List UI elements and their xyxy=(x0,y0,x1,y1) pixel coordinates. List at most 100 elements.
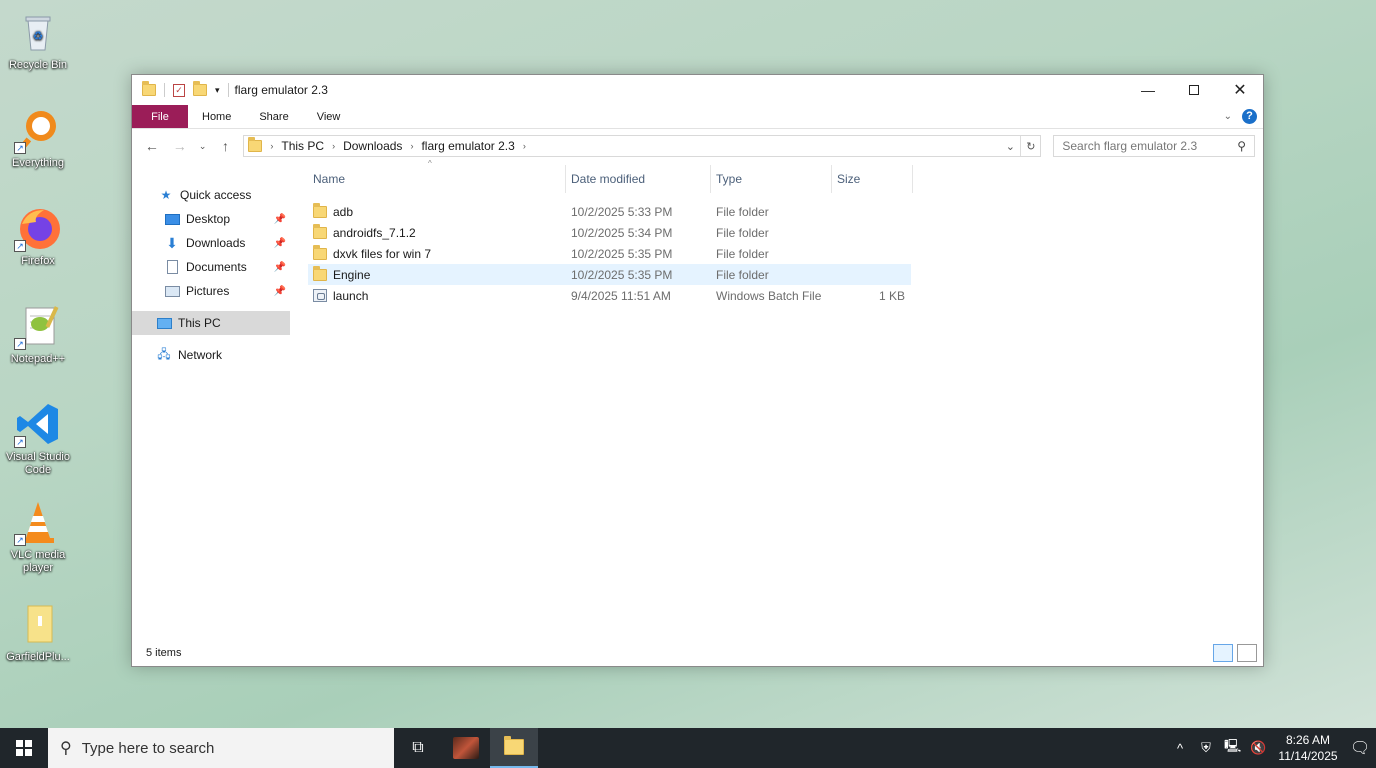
properties-icon[interactable]: ✓ xyxy=(173,83,185,97)
maximize-button[interactable] xyxy=(1171,75,1217,105)
minimize-button[interactable]: — xyxy=(1125,75,1171,105)
column-header-label: Type xyxy=(716,172,743,186)
task-view-button[interactable]: ⧉ xyxy=(394,728,442,768)
column-header-size[interactable]: Size xyxy=(832,165,913,193)
desktop-icon-notepad-plus-plus[interactable]: ↗ Notepad++ xyxy=(2,302,74,366)
breadcrumb-downloads[interactable]: Downloads xyxy=(343,139,402,153)
desktop-icon-firefox[interactable]: ↗ Firefox xyxy=(2,204,74,268)
file-explorer-window: ✓ ▾ flarg emulator 2.3 — ✕ File Home Sha… xyxy=(131,74,1264,667)
desktop-icon-recycle-bin[interactable]: ♻ Recycle Bin xyxy=(2,8,74,72)
desktop-icon-vscode[interactable]: ↗ Visual Studio Code xyxy=(2,400,74,477)
nav-pictures[interactable]: Pictures 📌 xyxy=(132,279,290,303)
sort-ascending-icon: ^ xyxy=(428,159,432,168)
ribbon-tabs: File Home Share View ⌄ ? xyxy=(132,105,1263,129)
nav-item-label: Network xyxy=(178,348,223,362)
new-folder-icon[interactable] xyxy=(193,81,207,96)
tab-home[interactable]: Home xyxy=(188,105,245,128)
desktop-icon-vlc[interactable]: ↗ VLC media player xyxy=(2,498,74,575)
show-hidden-icons-chevron-icon[interactable]: ^ xyxy=(1172,741,1188,756)
nav-network[interactable]: 🖧 Network xyxy=(132,343,290,367)
shortcut-arrow-icon: ↗ xyxy=(14,534,26,546)
up-button[interactable]: ↑ xyxy=(214,134,238,158)
file-row[interactable]: launch 9/4/2025 11:51 AM Windows Batch F… xyxy=(308,285,911,306)
folder-icon xyxy=(313,244,327,260)
file-row[interactable]: adb 10/2/2025 5:33 PM File folder xyxy=(308,201,911,222)
file-date: 10/2/2025 5:35 PM xyxy=(571,267,673,282)
large-icons-view-icon[interactable] xyxy=(1237,644,1257,662)
svg-text:♻: ♻ xyxy=(33,29,44,43)
clock-date: 11/14/2025 xyxy=(1278,749,1338,763)
clock-time: 8:26 AM xyxy=(1285,733,1331,747)
windows-logo-icon xyxy=(16,740,32,756)
start-button[interactable] xyxy=(0,728,48,768)
forward-button[interactable]: → xyxy=(168,134,192,158)
close-button[interactable]: ✕ xyxy=(1217,75,1263,105)
chevron-right-icon[interactable]: › xyxy=(270,141,273,151)
breadcrumb-this-pc[interactable]: This PC xyxy=(281,139,324,153)
file-type: File folder xyxy=(716,225,769,240)
address-dropdown-chevron-icon[interactable]: ⌄ xyxy=(1000,136,1020,156)
nav-this-pc[interactable]: This PC xyxy=(132,311,290,335)
help-icon[interactable]: ? xyxy=(1242,109,1257,124)
file-date: 10/2/2025 5:33 PM xyxy=(571,204,673,219)
breadcrumb-current-folder[interactable]: flarg emulator 2.3 xyxy=(421,139,514,153)
tab-file[interactable]: File xyxy=(132,105,188,128)
address-bar[interactable]: › This PC › Downloads › flarg emulator 2… xyxy=(243,135,1042,157)
back-button[interactable]: ← xyxy=(140,134,164,158)
recent-locations-button[interactable]: ⌄ xyxy=(196,134,210,158)
chevron-right-icon[interactable]: › xyxy=(410,141,413,151)
column-header-date-modified[interactable]: Date modified xyxy=(566,165,711,193)
up-arrow-icon: ↑ xyxy=(221,138,229,154)
file-row-hovered[interactable]: Engine 10/2/2025 5:35 PM File folder xyxy=(308,264,911,285)
chevron-right-icon[interactable]: › xyxy=(523,141,526,151)
file-type: File folder xyxy=(716,267,769,282)
security-icon[interactable]: ⛨ xyxy=(1198,740,1214,756)
refresh-icon[interactable]: ↻ xyxy=(1020,136,1040,156)
taskbar-app-file-explorer[interactable] xyxy=(490,728,538,768)
navigation-bar: ← → ⌄ ↑ › This PC › Downloads › flarg em… xyxy=(132,129,1263,163)
file-name: Engine xyxy=(333,267,371,282)
taskbar-search-box[interactable]: ⚲ Type here to search xyxy=(48,728,394,768)
firefox-icon: ↗ xyxy=(14,204,62,252)
nav-documents[interactable]: Documents 📌 xyxy=(132,255,290,279)
pin-icon: 📌 xyxy=(273,261,286,273)
nav-quick-access[interactable]: ★ Quick access xyxy=(132,183,290,207)
nav-item-label: Pictures xyxy=(186,284,230,298)
file-row[interactable]: androidfs_7.1.2 10/2/2025 5:34 PM File f… xyxy=(308,222,911,243)
tab-view[interactable]: View xyxy=(303,105,355,128)
folder-icon xyxy=(248,137,263,152)
column-header-type[interactable]: Type xyxy=(711,165,832,193)
star-icon: ★ xyxy=(160,188,172,202)
notifications-icon[interactable]: 🗨 xyxy=(1350,738,1370,758)
desktop-icon-label: Recycle Bin xyxy=(8,59,68,71)
network-icon[interactable]: 🖳 xyxy=(1224,737,1241,759)
clock[interactable]: 8:26 AM 11/14/2025 xyxy=(1276,732,1340,764)
customize-toolbar-chevron-icon[interactable]: ▾ xyxy=(215,85,220,96)
file-row[interactable]: dxvk files for win 7 10/2/2025 5:35 PM F… xyxy=(308,243,911,264)
download-arrow-icon: ⬇ xyxy=(166,234,178,251)
file-type: File folder xyxy=(716,246,769,261)
nav-desktop[interactable]: Desktop 📌 xyxy=(132,207,290,231)
pin-icon: 📌 xyxy=(273,285,286,297)
expand-ribbon-chevron-icon[interactable]: ⌄ xyxy=(1224,111,1232,122)
file-type: Windows Batch File xyxy=(716,288,822,303)
file-name: androidfs_7.1.2 xyxy=(333,225,416,240)
taskbar-search-placeholder: Type here to search xyxy=(81,739,215,757)
tab-share[interactable]: Share xyxy=(245,105,302,128)
nav-item-label: Documents xyxy=(186,260,247,274)
column-header-name[interactable]: Name ^ xyxy=(308,159,566,193)
batch-file-icon xyxy=(313,289,327,302)
details-view-icon[interactable] xyxy=(1213,644,1233,662)
taskbar-app-game[interactable] xyxy=(442,728,490,768)
recycle-bin-icon: ♻ xyxy=(14,8,62,56)
nav-downloads[interactable]: ⬇ Downloads 📌 xyxy=(132,231,290,255)
desktop-icon-garfield[interactable]: GarfieldPlu... xyxy=(2,600,74,664)
desktop-icon-everything[interactable]: ↗ Everything xyxy=(2,106,74,170)
forward-arrow-icon: → xyxy=(172,138,187,154)
search-placeholder: Search flarg emulator 2.3 xyxy=(1062,139,1198,153)
search-input[interactable]: Search flarg emulator 2.3 ⚲ xyxy=(1053,135,1256,157)
shortcut-arrow-icon: ↗ xyxy=(14,436,26,448)
chevron-right-icon[interactable]: › xyxy=(332,141,335,151)
volume-muted-icon[interactable]: 🔇 xyxy=(1250,740,1266,756)
column-header-label: Size xyxy=(837,172,861,186)
